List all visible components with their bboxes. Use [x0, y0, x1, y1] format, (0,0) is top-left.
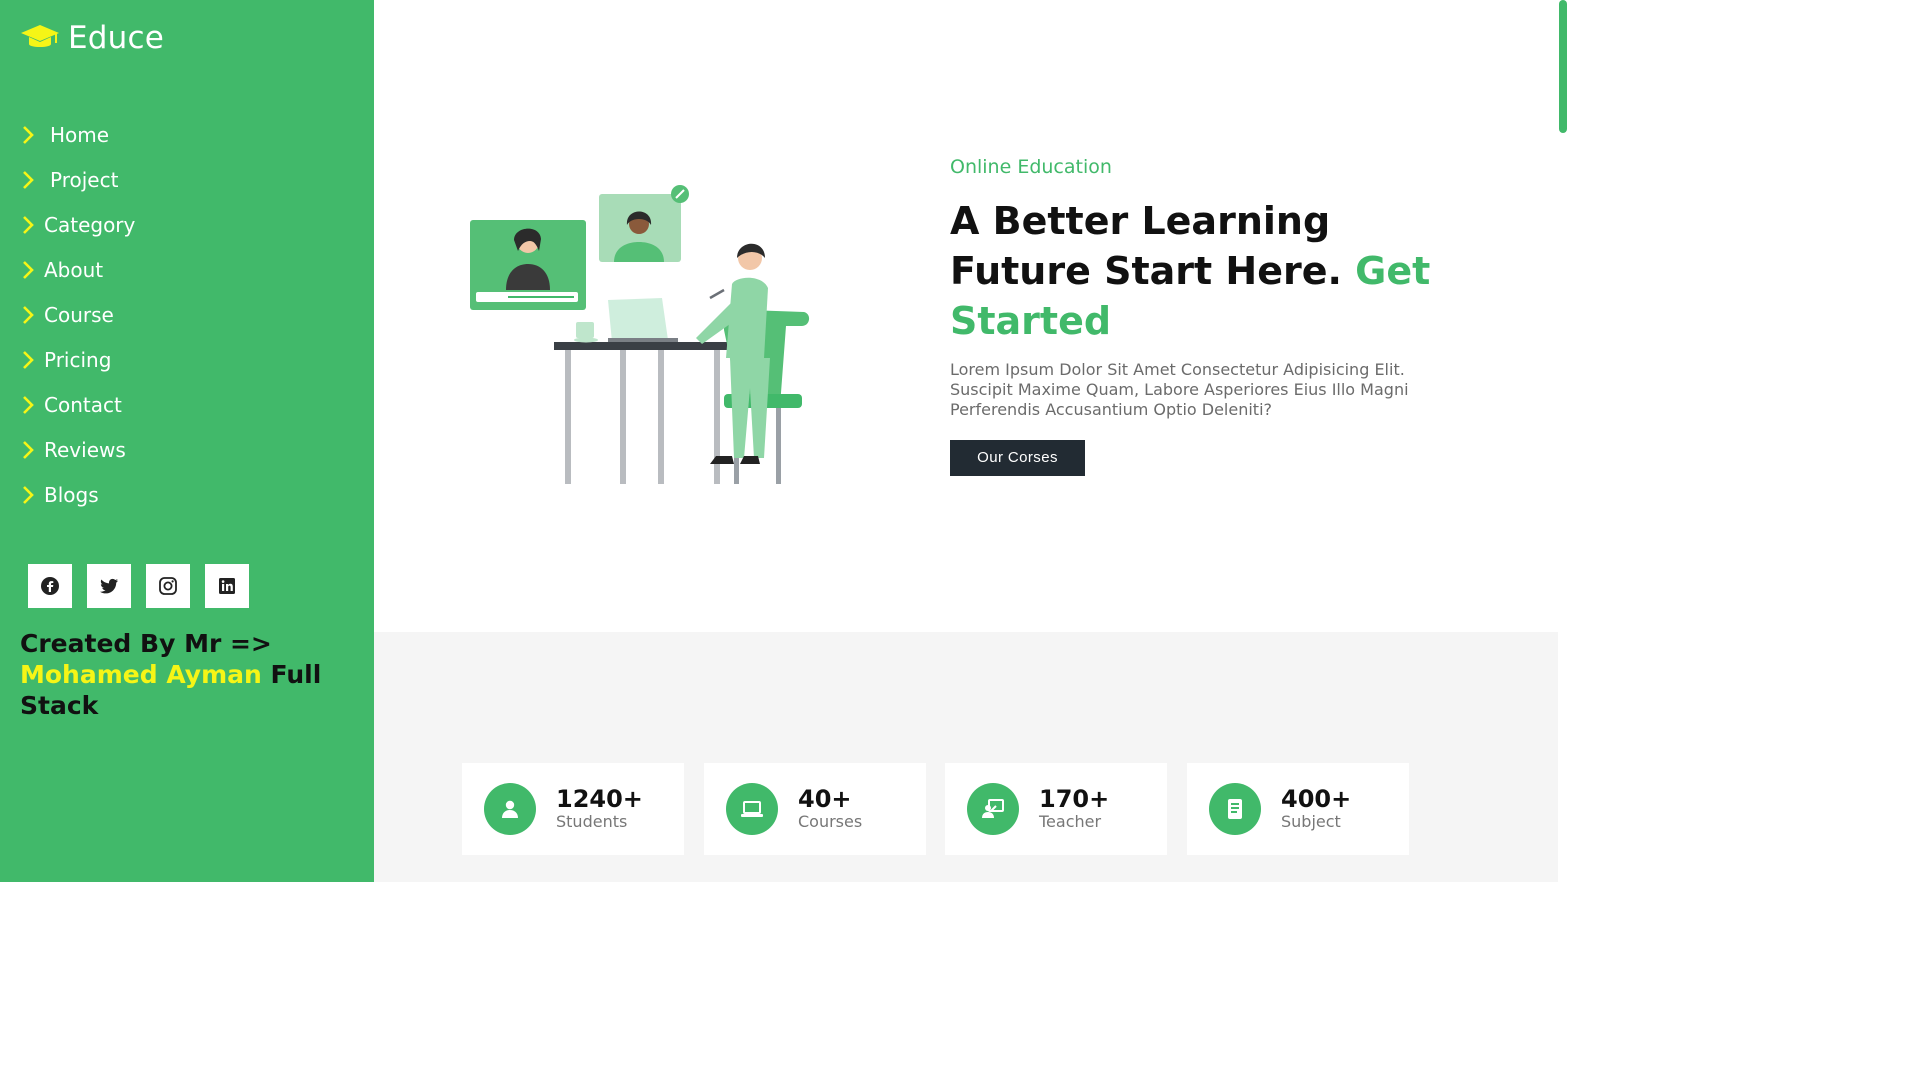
sidebar: Educe Home Project Category About Course…	[0, 0, 374, 882]
twitter-link[interactable]	[87, 564, 131, 608]
stat-label: Teacher	[1039, 812, 1102, 831]
twitter-icon	[100, 578, 118, 594]
facebook-icon	[41, 577, 59, 595]
chevron-right-icon	[20, 350, 36, 370]
chevron-right-icon	[20, 125, 36, 145]
chevron-right-icon	[20, 485, 36, 505]
stat-value: 400+	[1281, 785, 1352, 813]
brand-logo[interactable]: Educe	[20, 20, 164, 56]
stat-label: Subject	[1281, 812, 1341, 831]
sidebar-item-label: Reviews	[44, 437, 126, 462]
stat-card-courses: 40+ Courses	[704, 763, 926, 855]
hero-headline: A Better Learning Future Start Here. Get…	[950, 196, 1450, 346]
sidebar-item-category[interactable]: Category	[20, 202, 135, 247]
scrollbar-thumb[interactable]	[1559, 0, 1567, 133]
stat-card-subject: 400+ Subject	[1187, 763, 1409, 855]
graduation-cap-icon	[20, 21, 60, 55]
user-icon	[484, 783, 536, 835]
our-courses-button[interactable]: Our Corses	[950, 440, 1085, 476]
sidebar-item-label: Home	[50, 122, 110, 147]
stat-value: 170+	[1039, 785, 1110, 813]
page-scrollbar[interactable]	[1558, 0, 1568, 882]
chevron-right-icon	[20, 440, 36, 460]
teacher-board-icon	[967, 783, 1019, 835]
linkedin-icon	[219, 578, 235, 594]
online-learning-illustration	[462, 180, 822, 490]
sidebar-item-about[interactable]: About	[20, 247, 135, 292]
author-credit: Created By Mr => Mohamed Ayman Full Stac…	[20, 628, 350, 721]
instagram-link[interactable]	[146, 564, 190, 608]
sidebar-item-blogs[interactable]: Blogs	[20, 472, 135, 517]
stat-label: Students	[556, 812, 628, 831]
sidebar-item-home[interactable]: Home	[20, 112, 135, 157]
hero-description: Lorem Ipsum Dolor Sit Amet Consectetur A…	[950, 360, 1409, 419]
chevron-right-icon	[20, 260, 36, 280]
brand-name: Educe	[68, 20, 165, 56]
stat-label: Courses	[798, 812, 863, 831]
stats-section: 1240+ Students 40+ Courses 170+ Teacher …	[374, 632, 1558, 882]
facebook-link[interactable]	[28, 564, 72, 608]
laptop-icon	[726, 783, 778, 835]
instagram-icon	[159, 577, 177, 595]
chevron-right-icon	[20, 215, 36, 235]
chevron-right-icon	[20, 395, 36, 415]
author-name: Mohamed Ayman	[20, 660, 262, 689]
sidebar-item-label: Course	[44, 302, 114, 327]
sidebar-item-label: Contact	[44, 392, 122, 417]
stat-card-teacher: 170+ Teacher	[945, 763, 1167, 855]
sidebar-item-label: Pricing	[44, 347, 112, 372]
sidebar-item-label: About	[44, 257, 104, 282]
sidebar-item-label: Project	[50, 167, 119, 192]
sidebar-nav: Home Project Category About Course Prici…	[20, 112, 135, 517]
stat-value: 40+	[798, 785, 852, 813]
linkedin-link[interactable]	[205, 564, 249, 608]
sidebar-item-label: Category	[44, 212, 136, 237]
sidebar-item-pricing[interactable]: Pricing	[20, 337, 135, 382]
chevron-right-icon	[20, 170, 36, 190]
sidebar-item-label: Blogs	[44, 482, 99, 507]
stat-card-students: 1240+ Students	[462, 763, 684, 855]
credit-prefix: Created By Mr =>	[20, 629, 272, 658]
chevron-right-icon	[20, 305, 36, 325]
sidebar-item-contact[interactable]: Contact	[20, 382, 135, 427]
social-links	[28, 564, 249, 608]
sidebar-item-reviews[interactable]: Reviews	[20, 427, 135, 472]
sidebar-item-course[interactable]: Course	[20, 292, 135, 337]
hero-kicker: Online Education	[950, 156, 1112, 178]
headline-main: A Better Learning Future Start Here.	[950, 199, 1342, 293]
stat-value: 1240+	[556, 785, 643, 813]
book-icon	[1209, 783, 1261, 835]
sidebar-item-project[interactable]: Project	[20, 157, 135, 202]
hero-section: Online Education A Better Learning Futur…	[950, 156, 1450, 476]
